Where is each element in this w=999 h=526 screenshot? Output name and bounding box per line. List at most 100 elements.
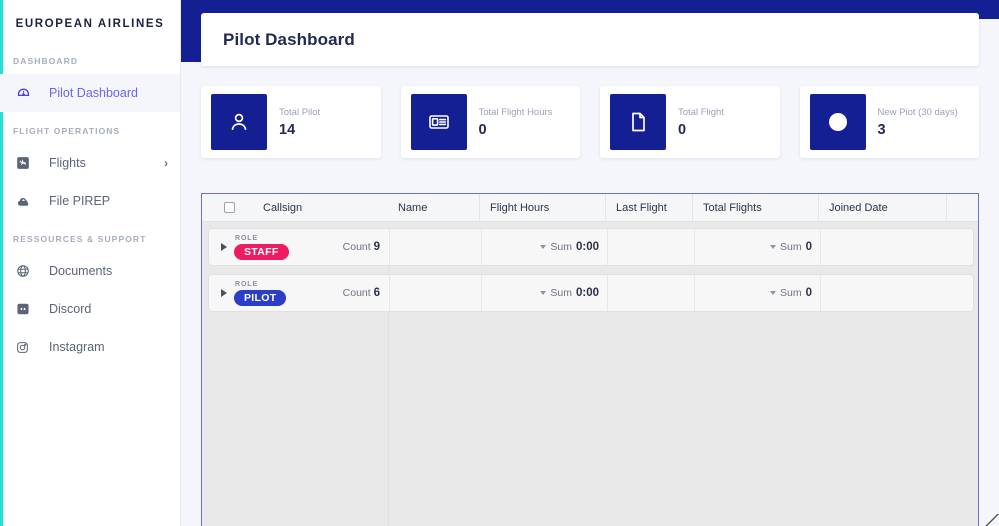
stat-card-total-flight: Total Flight 0 — [600, 86, 780, 158]
group-cell-callsign[interactable]: ROLE STAFF Count 9 — [209, 229, 390, 265]
sidebar-section-dashboard: DASHBOARD — [13, 56, 79, 66]
agg-label: Sum — [780, 241, 802, 253]
group-count-value: 6 — [373, 287, 380, 299]
table-header-callsign[interactable]: Callsign — [202, 194, 388, 221]
stat-label: Total Pilot — [279, 106, 321, 118]
caret-down-icon[interactable] — [540, 291, 547, 295]
group-cell-flight-hours[interactable]: Sum 0:00 — [482, 275, 608, 311]
table-row[interactable]: ROLE PILOT Count 6 Sum 0:00 Sum 0 — [208, 274, 974, 312]
sidebar-section-flight-operations: FLIGHT OPERATIONS — [13, 126, 121, 136]
sidebar-item-label: File PIREP — [49, 194, 111, 208]
chevron-right-icon[interactable]: › — [164, 157, 168, 169]
sidebar-item-documents[interactable]: Documents — [0, 252, 180, 290]
pilots-table: Callsign Name Flight Hours Last Flight T… — [201, 193, 979, 526]
stat-label: New Piot (30 days) — [877, 106, 958, 118]
sidebar-item-flights[interactable]: Flights › — [0, 144, 180, 182]
page-header-card: Pilot Dashboard — [201, 13, 979, 66]
expand-triangle-icon[interactable] — [221, 289, 227, 297]
table-body: ROLE STAFF Count 9 Sum 0:00 Sum 0 ROLE P… — [202, 228, 978, 526]
stat-value: 0 — [478, 121, 487, 138]
group-cell-joined-date — [821, 229, 973, 265]
caret-down-icon[interactable] — [770, 245, 776, 249]
agg-value: 0:00 — [575, 287, 599, 299]
globe-icon — [16, 262, 38, 280]
table-header-joined-date[interactable]: Joined Date — [819, 194, 947, 221]
table-column-divider — [388, 228, 389, 526]
group-count-value: 9 — [373, 241, 380, 253]
table-header-row: Callsign Name Flight Hours Last Flight T… — [202, 194, 978, 222]
table-header-spacer — [947, 194, 978, 221]
group-cell-last-flight — [608, 275, 695, 311]
agg-value: 0 — [805, 287, 812, 299]
sidebar-item-pilot-dashboard[interactable]: Pilot Dashboard — [0, 74, 180, 112]
status-badge: PILOT — [234, 289, 287, 306]
resize-corner-icon[interactable] — [985, 514, 999, 526]
table-header-name[interactable]: Name — [388, 194, 480, 221]
stat-card-total-flight-hours: Total Flight Hours 0 — [400, 86, 580, 158]
group-cell-callsign[interactable]: ROLE PILOT Count 6 — [209, 275, 390, 311]
group-cell-total-flights[interactable]: Sum 0 — [695, 229, 821, 265]
app-root: EUROPEAN AIRLINES DASHBOARD Pilot Dashbo… — [0, 0, 999, 526]
page-title: Pilot Dashboard — [223, 29, 355, 49]
caret-down-icon[interactable] — [770, 291, 776, 295]
group-cell-joined-date — [821, 275, 973, 311]
id-card-icon — [410, 94, 467, 150]
group-cell-flight-hours[interactable]: Sum 0:00 — [482, 229, 608, 265]
stat-value: 3 — [877, 121, 886, 138]
sidebar-item-label: Documents — [49, 264, 113, 278]
table-header-label: Callsign — [263, 201, 303, 214]
stat-label: Total Flight — [678, 106, 724, 118]
group-cell-last-flight — [608, 229, 695, 265]
group-count: Count 9 — [343, 241, 389, 253]
speedometer-icon — [16, 84, 38, 102]
instagram-icon — [16, 338, 38, 356]
group-cell-name — [390, 229, 482, 265]
status-badge: STAFF — [234, 243, 289, 260]
stat-card-total-pilot: Total Pilot 14 — [201, 86, 381, 158]
stat-value: 0 — [678, 121, 687, 138]
group-count-label: Count — [342, 287, 371, 299]
group-count: Count 6 — [343, 287, 389, 299]
agg-value: 0 — [805, 241, 812, 253]
table-header-label: Total Flights — [703, 201, 762, 214]
sidebar-item-file-pirep[interactable]: File PIREP — [0, 182, 180, 220]
select-all-checkbox[interactable] — [224, 202, 235, 213]
caret-down-icon[interactable] — [540, 245, 547, 249]
stat-label: Total Flight Hours — [478, 106, 553, 118]
sidebar-item-label: Pilot Dashboard — [49, 86, 138, 100]
agg-label: Sum — [550, 241, 572, 253]
expand-triangle-icon[interactable] — [221, 243, 227, 251]
agg-value: 0:00 — [575, 241, 599, 253]
table-header-label: Name — [398, 201, 428, 214]
table-header-label: Flight Hours — [490, 201, 550, 214]
sidebar-item-label: Discord — [49, 302, 92, 316]
stat-cards: Total Pilot 14 Total Flight Hours 0 Tota… — [201, 86, 979, 158]
table-header-label: Last Flight — [616, 201, 667, 214]
table-header-flight-hours[interactable]: Flight Hours — [480, 194, 606, 221]
cloud-upload-icon — [16, 192, 38, 210]
circle-icon — [809, 94, 866, 150]
group-cell-total-flights[interactable]: Sum 0 — [695, 275, 821, 311]
sidebar-item-instagram[interactable]: Instagram — [0, 328, 180, 366]
table-header-total-flights[interactable]: Total Flights — [693, 194, 819, 221]
group-role-label: ROLE — [235, 280, 259, 288]
sidebar: EUROPEAN AIRLINES DASHBOARD Pilot Dashbo… — [0, 0, 181, 526]
sidebar-section-ressources-support: RESSOURCES & SUPPORT — [13, 234, 147, 244]
main-content: Pilot Dashboard Total Pilot 14 Total Fli… — [181, 0, 999, 526]
stat-card-new-pilot: New Piot (30 days) 3 — [799, 86, 979, 158]
document-icon — [610, 94, 666, 150]
group-cell-name — [390, 275, 482, 311]
sidebar-item-discord[interactable]: Discord — [0, 290, 180, 328]
airplane-icon — [16, 154, 38, 172]
agg-label: Sum — [780, 287, 802, 299]
table-header-label: Joined Date — [829, 201, 888, 214]
table-row[interactable]: ROLE STAFF Count 9 Sum 0:00 Sum 0 — [208, 228, 974, 266]
group-count-label: Count — [342, 241, 371, 253]
stat-value: 14 — [279, 121, 296, 138]
sidebar-item-label: Instagram — [49, 340, 105, 354]
group-role-label: ROLE — [235, 234, 259, 242]
agg-label: Sum — [550, 287, 572, 299]
user-icon — [211, 94, 267, 150]
table-header-last-flight[interactable]: Last Flight — [606, 194, 693, 221]
sidebar-item-label: Flights — [49, 156, 86, 170]
